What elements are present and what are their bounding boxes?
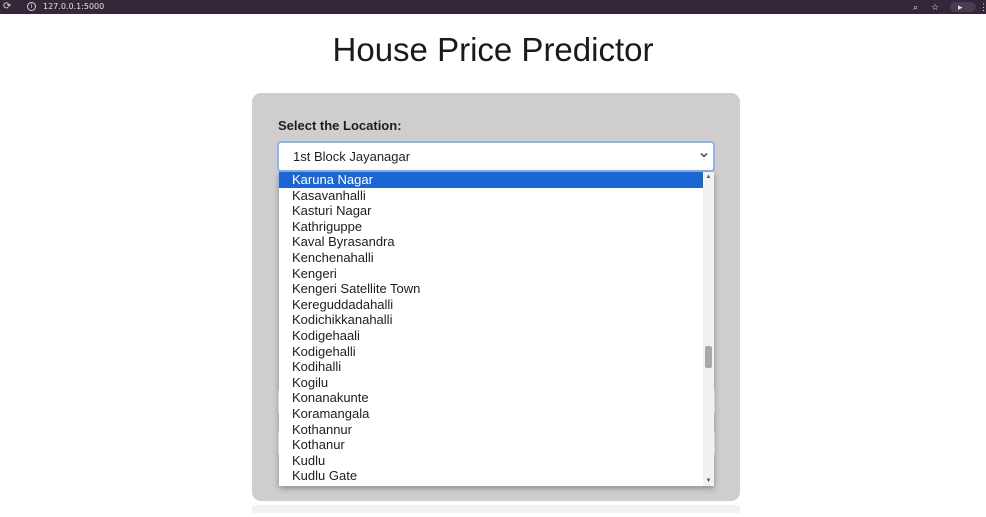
card-bottom-shadow — [252, 505, 740, 513]
dropdown-options: Karuna Nagar Kasavanhalli Kasturi Nagar Kat… — [279, 172, 703, 484]
page-title: House Price Predictor — [332, 31, 654, 68]
extensions-pill[interactable] — [950, 2, 976, 12]
scrollbar-thumb[interactable] — [705, 346, 712, 368]
site-info-icon[interactable]: i — [27, 2, 36, 11]
dropdown-option[interactable]: Kothannur — [279, 422, 703, 438]
address-bar[interactable]: 127.0.0.1:5000 — [43, 2, 104, 12]
location-select-value: 1st Block Jayanagar — [293, 149, 411, 164]
dropdown-option[interactable]: Kudlu Gate — [279, 468, 703, 484]
dropdown-option[interactable]: Konanakunte — [279, 390, 703, 406]
browser-toolbar: ⟳ i 127.0.0.1:5000 ⌕ ☆ ▸ ⋮ — [0, 0, 986, 14]
dropdown-option[interactable]: Kodichikkanahalli — [279, 312, 703, 328]
reload-icon[interactable]: ⟳ — [3, 1, 11, 13]
dropdown-option[interactable]: Kudlu — [279, 453, 703, 469]
dropdown-option[interactable]: Kodihalli — [279, 359, 703, 375]
dropdown-option[interactable]: Koramangala — [279, 406, 703, 422]
dropdown-option[interactable]: Kengeri — [279, 266, 703, 282]
dropdown-option[interactable]: Kereguddadahalli — [279, 297, 703, 313]
scroll-down-arrow-icon[interactable]: ▼ — [703, 476, 714, 486]
zoom-icon[interactable]: ⌕ — [913, 1, 918, 13]
dropdown-option[interactable]: Kengeri Satellite Town — [279, 281, 703, 297]
extension-icon[interactable]: ▸ — [958, 1, 963, 13]
location-dropdown-list[interactable]: Karuna Nagar Kasavanhalli Kasturi Nagar Kat… — [279, 172, 714, 486]
dropdown-option[interactable]: Kothanur — [279, 437, 703, 453]
dropdown-option[interactable]: Kenchenahalli — [279, 250, 703, 266]
dropdown-option[interactable]: Kasavanhalli — [279, 188, 703, 204]
browser-menu-icon[interactable]: ⋮ — [979, 1, 986, 13]
scroll-up-arrow-icon[interactable]: ▲ — [703, 172, 714, 182]
dropdown-option[interactable]: Karuna Nagar — [279, 172, 703, 188]
dropdown-option[interactable]: Kodigehaali — [279, 328, 703, 344]
location-select[interactable]: 1st Block Jayanagar — [277, 141, 715, 172]
chevron-down-icon — [700, 153, 708, 158]
dropdown-option[interactable]: Kasturi Nagar — [279, 203, 703, 219]
dropdown-option[interactable]: Kaval Byrasandra — [279, 234, 703, 250]
location-label: Select the Location: — [278, 118, 402, 133]
dropdown-option[interactable]: Kathriguppe — [279, 219, 703, 235]
bookmark-star-icon[interactable]: ☆ — [931, 1, 939, 13]
dropdown-scrollbar[interactable]: ▲ ▼ — [703, 172, 714, 486]
dropdown-option[interactable]: Kogilu — [279, 375, 703, 391]
dropdown-option[interactable]: Kodigehalli — [279, 344, 703, 360]
